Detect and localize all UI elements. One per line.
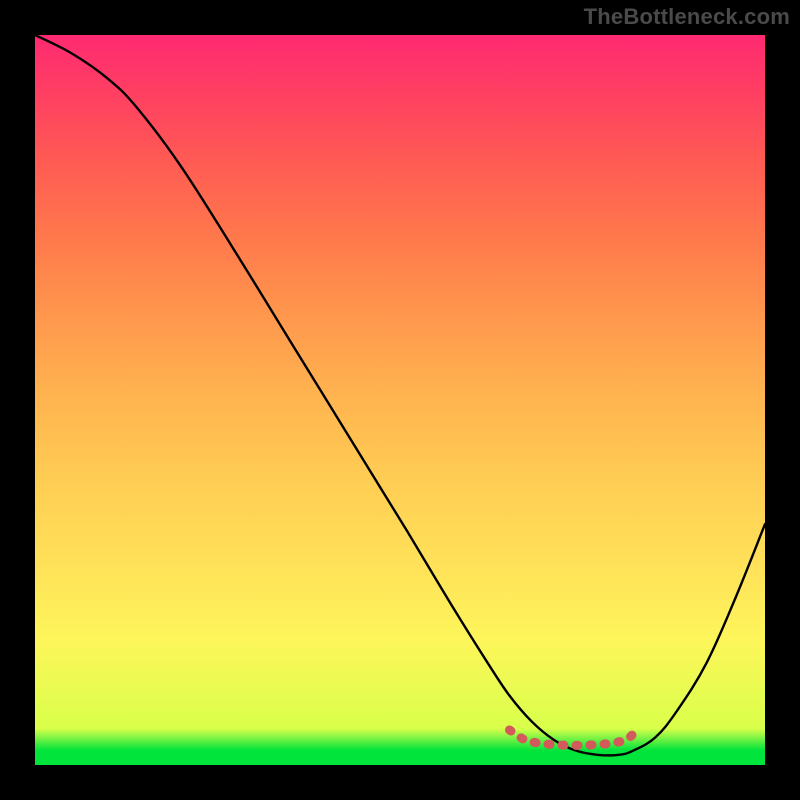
plot-area	[35, 35, 765, 765]
chart-frame: TheBottleneck.com	[0, 0, 800, 800]
optimal-zone-path	[510, 730, 638, 745]
bottleneck-curve-path	[35, 35, 765, 755]
chart-svg	[35, 35, 765, 765]
watermark-text: TheBottleneck.com	[584, 4, 790, 30]
